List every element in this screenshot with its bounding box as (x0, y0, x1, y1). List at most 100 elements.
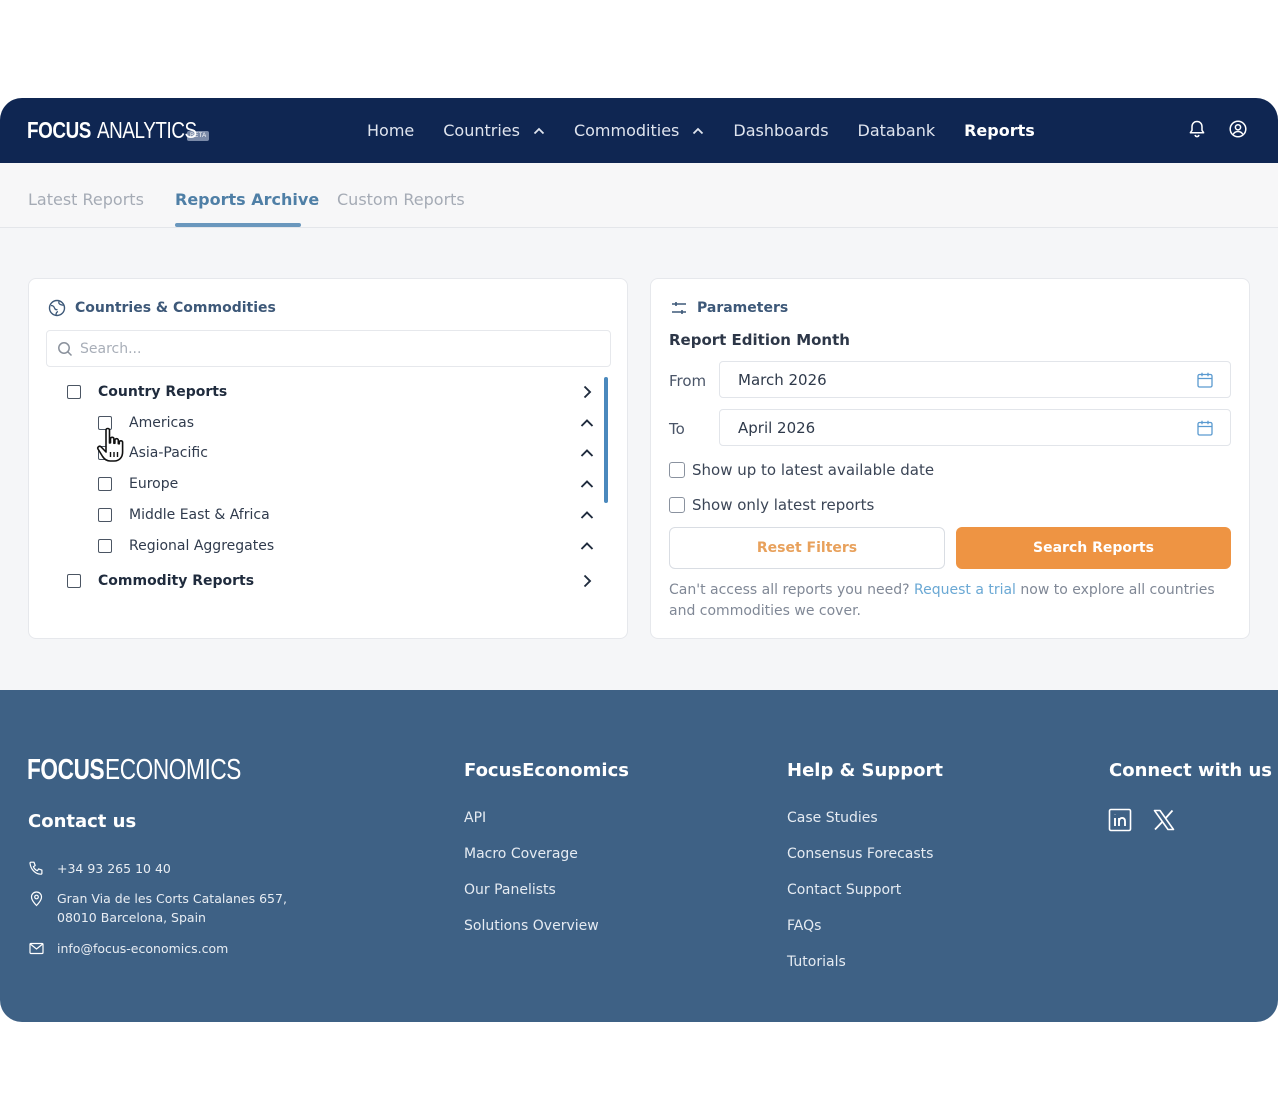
email-text[interactable]: info@focus-economics.com (57, 939, 228, 958)
checkbox-country-reports[interactable] (67, 385, 81, 399)
calendar-icon[interactable] (1196, 419, 1214, 437)
active-tab-indicator (175, 223, 301, 227)
footer-link-solutions-overview[interactable]: Solutions Overview (464, 918, 599, 934)
footer-link-our-panelists[interactable]: Our Panelists (464, 882, 556, 898)
to-date-value: April 2026 (738, 418, 816, 437)
checkbox-europe[interactable] (98, 477, 112, 491)
nav-countries[interactable]: Countries (443, 121, 545, 140)
tree-label: Commodity Reports (98, 573, 255, 589)
phone-text: +34 93 265 10 40 (57, 861, 171, 876)
parameters-title: Parameters (670, 299, 788, 317)
option-latest-reports[interactable]: Show only latest reports (669, 496, 874, 514)
app-window: FOCUS ANALYTICS BETA Home Countries Commod… (0, 98, 1278, 1022)
parameters-title-text: Parameters (697, 300, 789, 316)
chevron-up-icon[interactable] (580, 508, 594, 522)
checkbox-middle-east-africa[interactable] (98, 508, 112, 522)
tab-custom-reports[interactable]: Custom Reports (337, 190, 465, 209)
phone-icon (29, 861, 43, 875)
report-edition-month-label: Report Edition Month (669, 331, 850, 349)
x-icon[interactable] (1152, 808, 1176, 832)
footer-link-consensus-forecasts[interactable]: Consensus Forecasts (787, 846, 933, 862)
chevron-up-icon[interactable] (580, 446, 594, 460)
from-label: From (669, 372, 707, 390)
footer-link-tutorials[interactable]: Tutorials (787, 954, 846, 970)
contact-address: Gran Via de les Corts Catalanes 657, 0801… (28, 889, 287, 927)
address-line2: 08010 Barcelona, Spain (57, 910, 206, 925)
chevron-up-icon[interactable] (580, 539, 594, 553)
sliders-icon (672, 302, 686, 314)
to-date-input[interactable]: April 2026 (719, 409, 1231, 446)
footer-link-case-studies[interactable]: Case Studies (787, 810, 878, 826)
checkbox-commodity-reports[interactable] (67, 574, 81, 588)
tab-reports-archive[interactable]: Reports Archive (175, 190, 319, 209)
nav-dashboards[interactable]: Dashboards (733, 121, 828, 140)
focus-economics-logo[interactable]: FOCUS ECONOMICS (27, 754, 241, 787)
tree-label: Country Reports (98, 384, 228, 400)
linkedin-icon[interactable] (1108, 808, 1132, 832)
checkbox-latest-reports[interactable] (669, 497, 685, 513)
option-label: Show only latest reports (692, 496, 875, 514)
hand-pointer-cursor-icon (96, 427, 124, 462)
note-text-pre: Can't access all reports you need? (669, 582, 914, 598)
from-date-input[interactable]: March 2026 (719, 361, 1231, 398)
parameters-panel: Parameters Report Edition Month From Mar… (650, 278, 1250, 639)
panel-title: Countries & Commodities (48, 299, 276, 317)
user-icon[interactable] (1228, 119, 1248, 139)
logo-part2: ANALYTICS (97, 117, 197, 143)
tree-item-europe[interactable]: Europe (98, 473, 178, 495)
to-label: To (669, 420, 685, 438)
tree-label: Americas (129, 415, 195, 431)
bell-icon[interactable] (1187, 119, 1207, 139)
report-tabs: Latest Reports Reports Archive Custom Re… (0, 163, 1278, 228)
footer-link-contact-support[interactable]: Contact Support (787, 882, 901, 898)
search-icon (58, 341, 73, 356)
tree-label: Middle East & Africa (129, 507, 270, 523)
nav-countries-label: Countries (443, 121, 520, 140)
nav-home[interactable]: Home (367, 121, 414, 140)
option-label: Show up to latest available date (692, 461, 935, 479)
footer-link-faqs[interactable]: FAQs (787, 918, 821, 934)
contact-email[interactable]: info@focus-economics.com (28, 939, 228, 958)
footer-logo-part1: FOCUS (27, 754, 105, 786)
address-line1: Gran Via de les Corts Catalanes 657, (57, 891, 287, 906)
trial-note: Can't access all reports you need? Reque… (669, 580, 1229, 622)
checkbox-regional-aggregates[interactable] (98, 539, 112, 553)
footer: FOCUS ECONOMICS Contact us +34 93 265 10 … (0, 690, 1278, 1022)
tree-scrollbar[interactable] (604, 377, 608, 503)
checkbox-latest-available-date[interactable] (669, 462, 685, 478)
tree-label: Europe (129, 476, 179, 492)
contact-phone: +34 93 265 10 40 (28, 859, 171, 878)
chevron-right-icon[interactable] (580, 385, 594, 399)
focus-analytics-logo[interactable]: FOCUS ANALYTICS BETA (27, 117, 210, 144)
chevron-up-icon[interactable] (580, 416, 594, 430)
location-pin-icon (30, 891, 43, 907)
tree-item-commodity-reports[interactable]: Commodity Reports (67, 570, 254, 592)
nav-databank[interactable]: Databank (858, 121, 936, 140)
chevron-right-icon[interactable] (580, 574, 594, 588)
footer-link-api[interactable]: API (464, 810, 486, 826)
from-date-value: March 2026 (738, 370, 827, 389)
nav-commodities-label: Commodities (573, 121, 680, 140)
nav-commodities[interactable]: Commodities (574, 121, 704, 140)
footer-logo-part2: ECONOMICS (105, 754, 241, 786)
footer-link-macro-coverage[interactable]: Macro Coverage (464, 846, 578, 862)
search-input[interactable]: Search... (46, 330, 611, 367)
search-reports-button[interactable]: Search Reports (956, 527, 1231, 569)
nav-reports[interactable]: Reports (964, 121, 1035, 140)
option-latest-available-date[interactable]: Show up to latest available date (669, 461, 934, 479)
globe-icon (48, 299, 66, 317)
tree-item-country-reports[interactable]: Country Reports (67, 381, 227, 403)
chevron-up-icon (533, 127, 545, 134)
calendar-icon[interactable] (1196, 371, 1214, 389)
tree-label: Regional Aggregates (129, 538, 275, 554)
reset-filters-button[interactable]: Reset Filters (669, 527, 945, 569)
tab-latest-reports[interactable]: Latest Reports (28, 190, 144, 209)
footer-col-focuseconomics-title: FocusEconomics (464, 760, 629, 781)
tree-item-middle-east-africa[interactable]: Middle East & Africa (98, 504, 270, 526)
request-trial-link[interactable]: Request a trial (914, 582, 1016, 598)
top-navbar: FOCUS ANALYTICS BETA Home Countries Commod… (0, 98, 1278, 163)
panel-title-text: Countries & Commodities (75, 300, 276, 316)
tree-item-regional-aggregates[interactable]: Regional Aggregates (98, 535, 274, 557)
chevron-up-icon[interactable] (580, 477, 594, 491)
mail-icon (29, 942, 44, 955)
